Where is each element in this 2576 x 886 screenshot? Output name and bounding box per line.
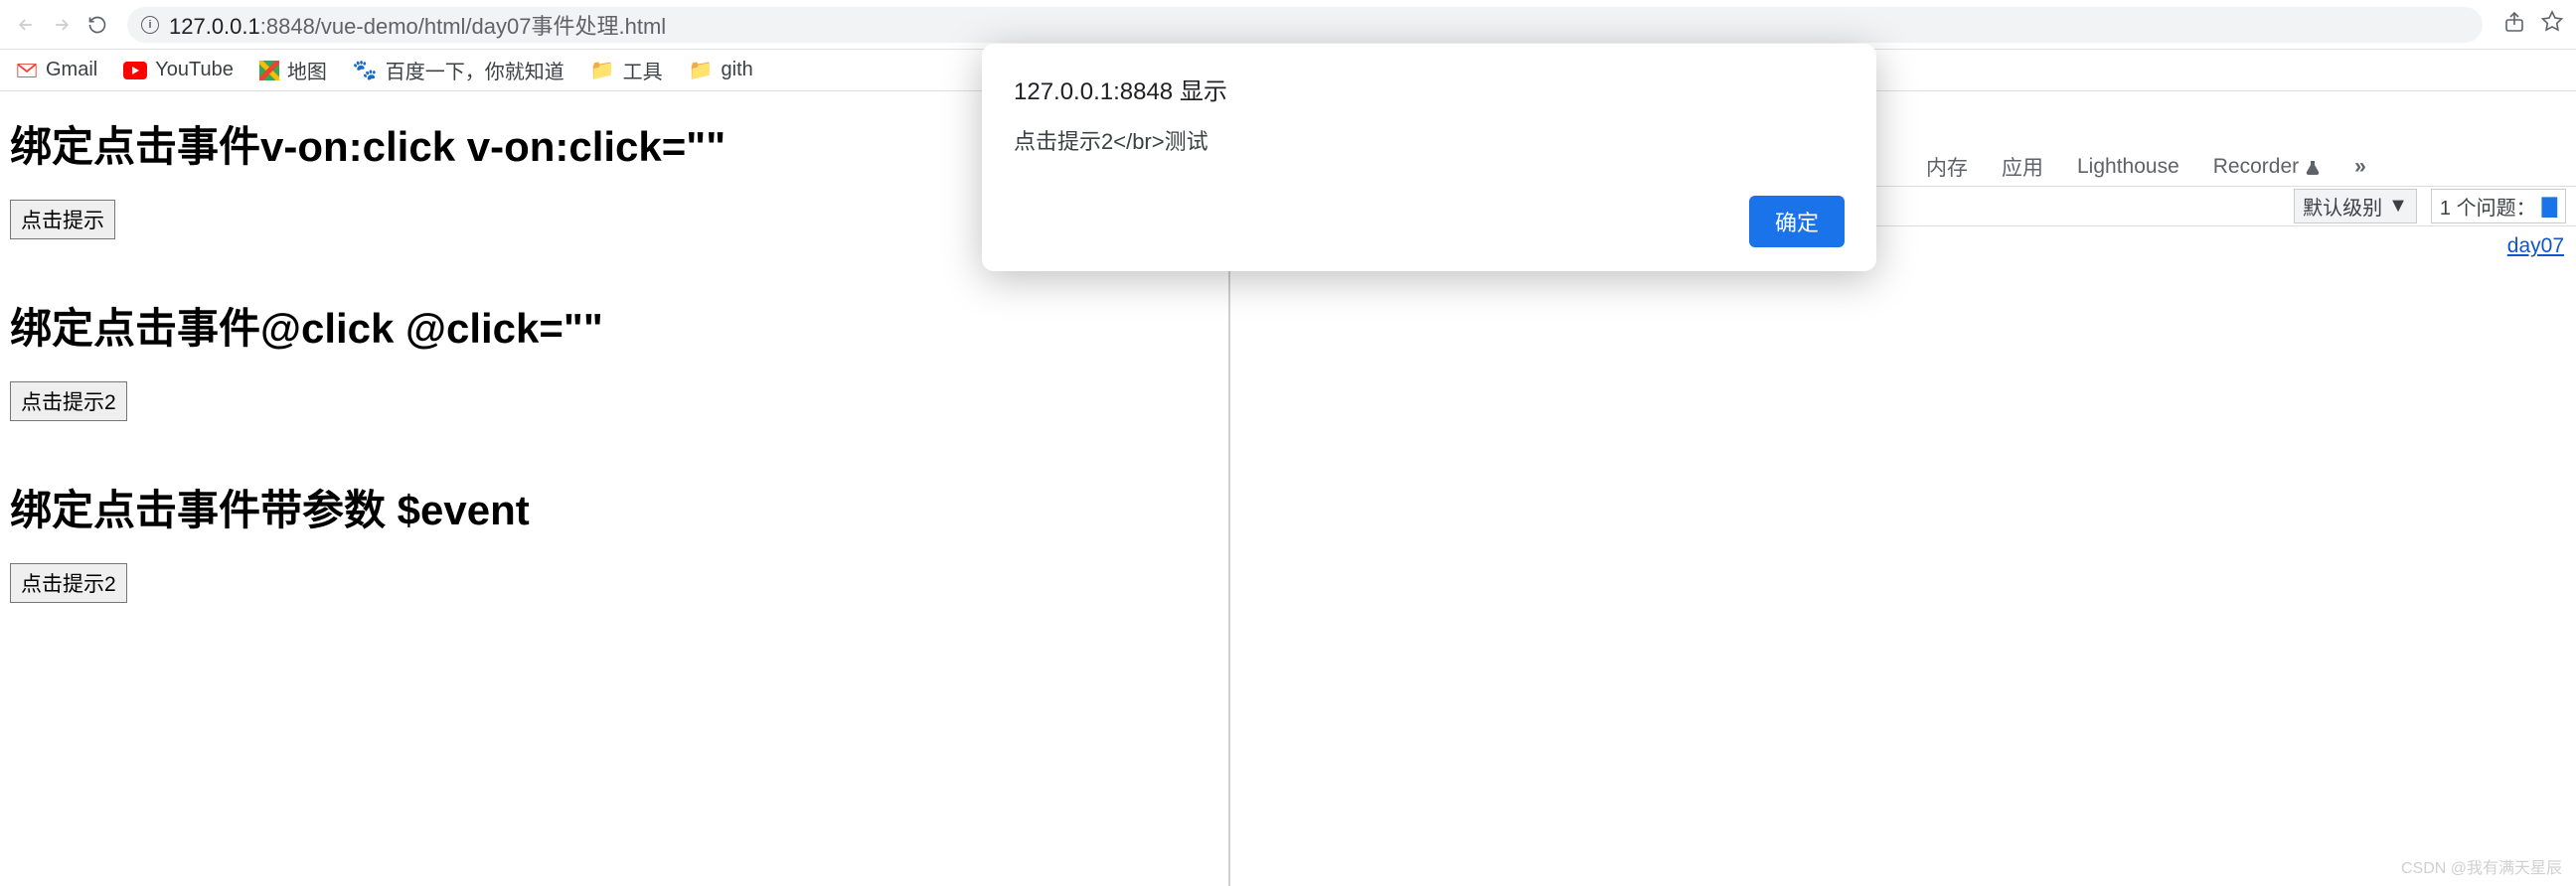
bookmark-label: gith xyxy=(722,59,753,81)
log-level-label: 默认级别 xyxy=(2303,192,2382,221)
tab-application[interactable]: 应用 xyxy=(2002,152,2043,182)
folder-icon: 📁 xyxy=(689,58,714,82)
alert-ok-button[interactable]: 确定 xyxy=(1749,196,1845,247)
reload-button[interactable] xyxy=(83,11,111,39)
site-info-icon[interactable]: i xyxy=(141,16,159,34)
heading-event-param: 绑定点击事件带参数 $event xyxy=(10,477,1218,537)
alert-message: 点击提示2</br>测试 xyxy=(1014,124,1845,156)
baidu-icon: 🐾 xyxy=(353,58,378,82)
url-port: :8848 xyxy=(260,14,315,39)
bookmark-gmail[interactable]: Gmail xyxy=(16,59,97,81)
gmail-icon xyxy=(16,62,38,79)
url-host: 127.0.0.1 xyxy=(169,14,260,39)
watermark: CSDN @我有满天星辰 xyxy=(2401,854,2562,878)
bookmark-label: 工具 xyxy=(623,56,663,84)
issues-label: 1 个问题： xyxy=(2440,192,2536,221)
toolbar-right xyxy=(2502,10,2564,39)
source-link[interactable]: day07 xyxy=(2507,234,2564,257)
youtube-icon xyxy=(123,62,147,79)
bookmark-label: Gmail xyxy=(46,59,97,81)
chevron-down-icon: ▼ xyxy=(2388,195,2408,218)
bookmark-youtube[interactable]: YouTube xyxy=(123,59,234,81)
share-icon[interactable] xyxy=(2502,10,2526,39)
issue-flag-icon: ▇ xyxy=(2542,194,2557,219)
address-bar[interactable]: i 127.0.0.1:8848/vue-demo/html/day07事件处理… xyxy=(127,7,2483,43)
bookmark-baidu[interactable]: 🐾 百度一下，你就知道 xyxy=(353,56,564,84)
maps-icon xyxy=(259,61,279,80)
flask-icon xyxy=(2305,159,2321,175)
click-hint-button-3[interactable]: 点击提示2 xyxy=(10,563,127,603)
bookmark-label: YouTube xyxy=(155,59,234,81)
forward-button[interactable] xyxy=(48,11,76,39)
url-path: /vue-demo/html/day07事件处理.html xyxy=(315,14,666,39)
bookmark-gith-folder[interactable]: 📁 gith xyxy=(689,58,753,82)
issues-button[interactable]: 1 个问题： ▇ xyxy=(2431,189,2566,223)
back-button[interactable] xyxy=(12,11,40,39)
tabs-overflow-icon[interactable]: » xyxy=(2354,155,2366,179)
url-text: 127.0.0.1:8848/vue-demo/html/day07事件处理.h… xyxy=(169,9,666,41)
tab-recorder-label: Recorder xyxy=(2213,155,2299,179)
heading-at-click: 绑定点击事件@click @click="" xyxy=(10,295,1218,356)
alert-dialog: 127.0.0.1:8848 显示 点击提示2</br>测试 确定 xyxy=(982,44,1876,271)
bookmark-maps[interactable]: 地图 xyxy=(259,56,327,84)
tab-memory[interactable]: 内存 xyxy=(1926,152,1968,182)
bookmark-label: 百度一下，你就知道 xyxy=(386,56,564,84)
alert-title: 127.0.0.1:8848 显示 xyxy=(1014,72,1845,106)
star-icon[interactable] xyxy=(2540,10,2564,39)
alert-actions: 确定 xyxy=(1014,196,1845,247)
browser-toolbar: i 127.0.0.1:8848/vue-demo/html/day07事件处理… xyxy=(0,0,2576,50)
bookmark-label: 地图 xyxy=(287,56,327,84)
click-hint-button-1[interactable]: 点击提示 xyxy=(10,200,115,239)
tab-lighthouse[interactable]: Lighthouse xyxy=(2077,155,2179,179)
tab-recorder[interactable]: Recorder xyxy=(2213,155,2321,179)
log-level-select[interactable]: 默认级别 ▼ xyxy=(2294,189,2417,223)
click-hint-button-2[interactable]: 点击提示2 xyxy=(10,381,127,421)
bookmark-tools-folder[interactable]: 📁 工具 xyxy=(590,56,663,84)
folder-icon: 📁 xyxy=(590,58,615,82)
